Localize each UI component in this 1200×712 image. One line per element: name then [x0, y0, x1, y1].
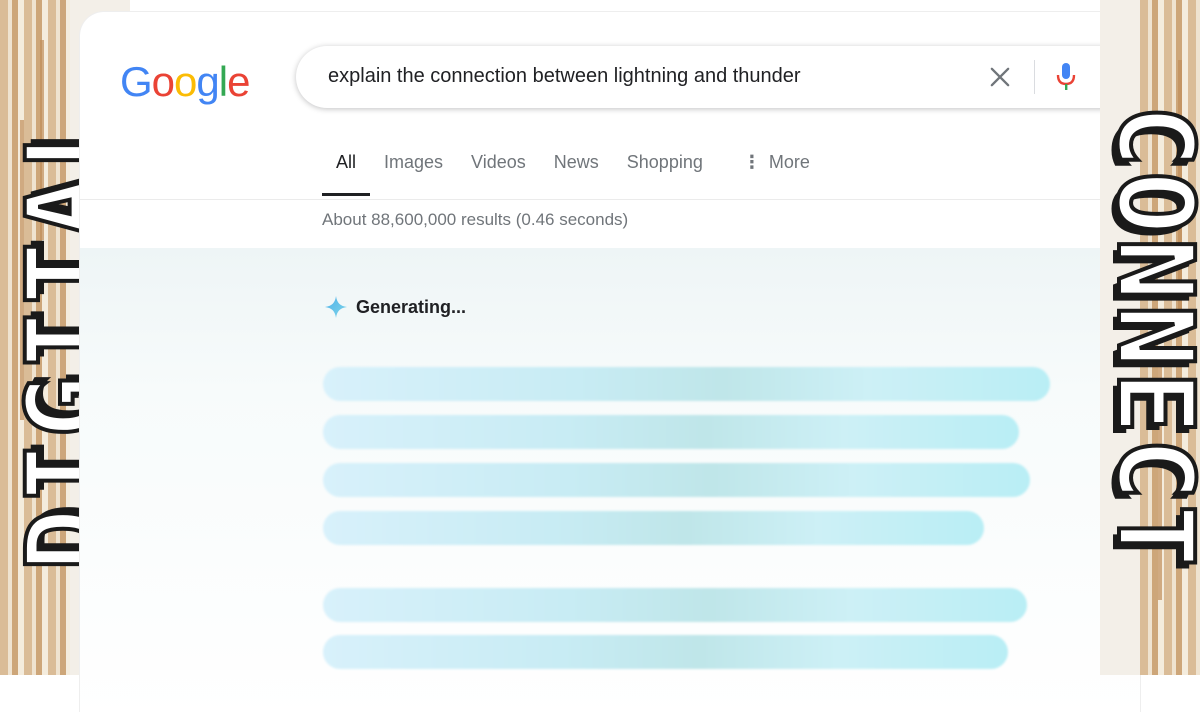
ai-generating-status: Generating...	[324, 295, 466, 319]
search-tabs: All Images Videos News Shopping ⋮ More	[322, 150, 824, 196]
logo-letter: G	[120, 58, 153, 105]
loading-skeleton-line	[323, 463, 1030, 497]
tab-news[interactable]: News	[540, 150, 613, 196]
search-divider	[1034, 60, 1035, 94]
tabs-divider	[80, 199, 1140, 200]
search-bar[interactable]: explain the connection between lightning…	[296, 46, 1140, 108]
logo-letter: o	[151, 58, 175, 105]
logo-letter: g	[196, 58, 219, 105]
tab-all[interactable]: All	[322, 150, 371, 196]
loading-skeleton-line	[323, 511, 984, 545]
tab-label: More	[768, 152, 810, 172]
loading-skeleton-line	[323, 367, 1050, 401]
tab-shopping[interactable]: Shopping	[613, 150, 717, 196]
search-results-page: Google explain the connection between li…	[80, 12, 1140, 712]
result-stats: About 88,600,000 results (0.46 seconds)	[322, 210, 629, 229]
logo-letter: e	[227, 58, 250, 105]
tab-label: Shopping	[626, 152, 703, 172]
logo-letter: l	[218, 58, 228, 105]
more-vert-icon: ⋮	[742, 152, 761, 172]
loading-skeleton-line	[323, 588, 1027, 622]
mic-icon[interactable]	[1054, 60, 1078, 94]
search-input[interactable]: explain the connection between lightning…	[328, 65, 801, 88]
sparkle-icon	[325, 296, 347, 318]
generating-label: Generating...	[356, 296, 467, 317]
tab-label: Images	[384, 152, 444, 172]
tab-more[interactable]: ⋮ More	[729, 150, 824, 196]
loading-skeleton-line	[323, 415, 1019, 449]
tab-images[interactable]: Images	[370, 150, 457, 196]
right-decor-word: CONNECT	[1100, 102, 1200, 572]
loading-skeleton-line	[323, 635, 1008, 669]
tab-label: News	[553, 152, 599, 172]
google-logo[interactable]: Google	[120, 58, 250, 106]
right-decor-banner: CONNECT	[1100, 0, 1200, 675]
tab-videos[interactable]: Videos	[457, 150, 540, 196]
tab-label: Videos	[471, 152, 526, 172]
tab-label: All	[336, 152, 357, 172]
logo-letter: o	[174, 58, 197, 105]
close-icon[interactable]	[986, 63, 1014, 91]
